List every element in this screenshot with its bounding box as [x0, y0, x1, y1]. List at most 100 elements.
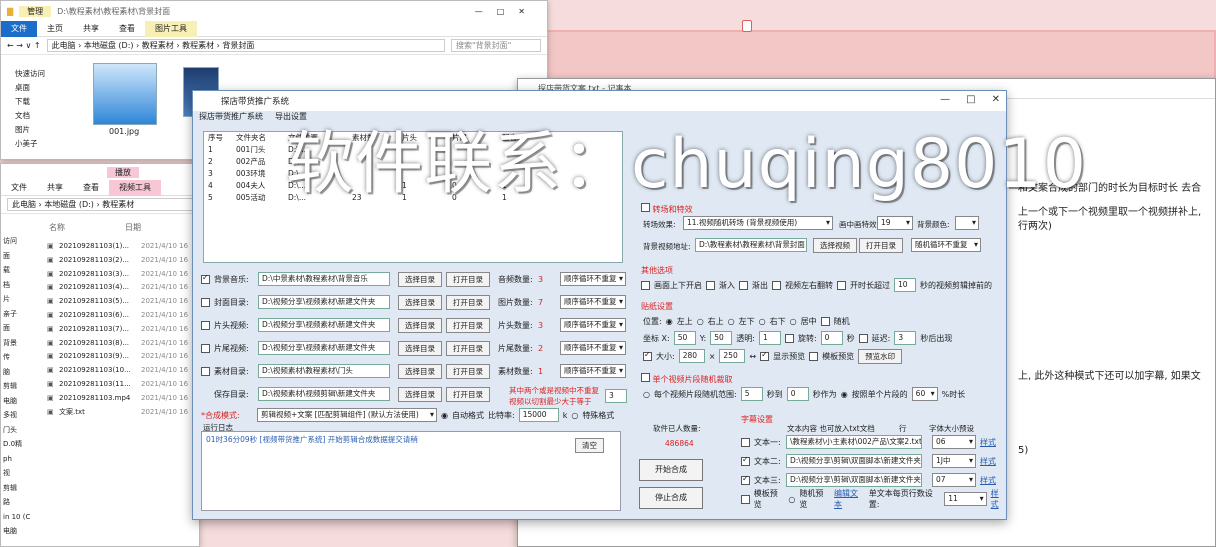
mode-select[interactable]: 顺序循环不重复 [560, 295, 626, 309]
nav-item[interactable]: 电脑 [1, 394, 27, 409]
subtitle-path[interactable]: D:\视频分享\剪辑\双面脚本\新建文件夹 [786, 473, 922, 487]
address-field[interactable]: 此电脑 › 本地磁盘 (D:) › 教程素材 › 教程素材 › 背景封面 [46, 39, 445, 52]
nav-item[interactable]: 背景 [1, 336, 27, 351]
min-segment-field[interactable]: 3 [605, 389, 627, 403]
file-row[interactable]: ▣ 20210928110​3(7)... 2021/4/10 16 [47, 323, 199, 337]
preview-watermark-button[interactable]: 预览水印 [858, 348, 903, 364]
radio[interactable]: ○ [759, 317, 766, 326]
close-icon[interactable]: ✕ [992, 94, 1000, 105]
option-checkbox[interactable] [772, 280, 781, 290]
subtitle-checkbox[interactable] [741, 474, 750, 485]
open-dir-button[interactable]: 打开目录 [859, 238, 903, 253]
radio[interactable]: ○ [790, 317, 797, 326]
subtitle-checkbox[interactable] [741, 437, 750, 447]
minimize-icon[interactable]: — [940, 94, 950, 105]
nav-item[interactable]: 电脑 [1, 524, 27, 539]
mode-select[interactable]: 顺序循环不重复 [560, 341, 626, 355]
nav-item[interactable]: 脑 [1, 365, 27, 380]
image-thumbnail[interactable] [93, 63, 157, 125]
tab-share[interactable]: 共享 [73, 23, 109, 34]
row-checkbox[interactable] [201, 343, 210, 353]
open-dir-button[interactable]: 打开目录 [446, 294, 490, 310]
bg-mode-select[interactable]: 随机循环不重复 [911, 238, 981, 252]
transition-select[interactable]: 11.视频随机转场 (背景视频使用) [683, 216, 833, 230]
height-field[interactable]: 250 [719, 349, 746, 363]
file-row[interactable]: ▣ 20210928110​3(1)... 2021/4/10 16 [47, 240, 199, 254]
bg-color-select[interactable] [955, 216, 979, 230]
option-checkbox[interactable] [641, 280, 650, 290]
nav-item[interactable]: 档 [1, 278, 27, 293]
nav-item[interactable]: 视 [1, 466, 27, 481]
auto-format-radio[interactable]: ◉ [441, 411, 448, 420]
open-dir-button[interactable]: 打开目录 [446, 340, 490, 356]
nav-item[interactable]: 剪辑 [1, 379, 27, 394]
style-link[interactable]: 样式 [980, 456, 996, 467]
nav-item[interactable]: 剪辑 [1, 481, 27, 496]
file-row[interactable]: ▣ 20210928110​3.mp4 2021/4/10 16 [47, 392, 199, 406]
nav-item[interactable]: 快速访问 [1, 67, 69, 81]
path-field[interactable]: D:\视频分享\视频素材\新建文件夹 [258, 318, 390, 332]
file-row[interactable]: ▣ 20210928110​3(5)... 2021/4/10 16 [47, 295, 199, 309]
tab-share[interactable]: 共享 [37, 182, 73, 193]
path-field[interactable]: D:\视频素材\视频剪辑\新建文件夹 [258, 387, 390, 401]
style-link[interactable]: 样式 [980, 437, 996, 448]
template-preview-checkbox[interactable] [809, 351, 819, 361]
open-dir-button[interactable]: 打开目录 [446, 363, 490, 379]
tab-view[interactable]: 查看 [73, 182, 109, 193]
nav-item[interactable]: 亲子 [1, 307, 27, 322]
radio[interactable]: ○ [697, 317, 704, 326]
file-row[interactable]: ▣ 20210928110​3(8)... 2021/4/10 16 [47, 337, 199, 351]
nav-item[interactable]: 面 [1, 321, 27, 336]
clear-log-button[interactable]: 清空 [575, 438, 604, 453]
bg-video-path[interactable]: D:\教程素材\教程素材\背景封面 [695, 238, 807, 252]
nav-item[interactable]: in 10 (C [1, 510, 30, 525]
file-row[interactable]: ▣ 20210928110​3(4)... 2021/4/10 16 [47, 281, 199, 295]
file-row[interactable]: ▣ 20210928110​3(2)... 2021/4/10 16 [47, 254, 199, 268]
path-field[interactable]: D:\视频分享\视频素材\新建文件夹 [258, 295, 390, 309]
select-dir-button[interactable]: 选择目录 [398, 317, 442, 333]
select-video-button[interactable]: 选择视频 [813, 238, 857, 253]
radio-on[interactable]: ◉ [841, 390, 848, 399]
nav-item[interactable]: 访问 [1, 234, 27, 249]
select-dir-button[interactable]: 选择目录 [398, 271, 442, 287]
col-name[interactable]: 名称 [49, 222, 65, 233]
random-checkbox[interactable] [820, 316, 830, 326]
search-input[interactable]: 搜索"背景封面" [451, 39, 541, 52]
nav-item[interactable]: 图片 [1, 123, 69, 137]
nav-item[interactable]: 片 [1, 292, 27, 307]
nav-item[interactable]: ph [1, 452, 27, 467]
nav-item[interactable]: 小美子 [1, 137, 69, 151]
tab-video-tools[interactable]: 视频工具 [109, 179, 161, 196]
mode-select[interactable]: 顺序循环不重复 [560, 272, 626, 286]
select-dir-button[interactable]: 选择目录 [398, 294, 442, 310]
nav-item[interactable]: 路 [1, 495, 27, 510]
row-checkbox[interactable] [201, 273, 210, 284]
x-field[interactable]: 50 [673, 331, 696, 345]
nav-item[interactable]: 文档 [1, 109, 69, 123]
font-size-select[interactable]: 06 [932, 435, 976, 449]
tab-picture-tools[interactable]: 图片工具 [145, 20, 197, 37]
nav-item[interactable]: 载 [1, 263, 27, 278]
output-mode-select[interactable]: 剪辑视频+文案 [匹配剪辑组件] (默认方法使用) [257, 408, 437, 422]
open-dir-button[interactable]: 打开目录 [446, 317, 490, 333]
subtitle-path[interactable]: D:\视频分享\剪辑\双面脚本\新建文件夹 [786, 454, 922, 468]
subtitle-checkbox[interactable] [741, 455, 750, 466]
file-row[interactable]: ▣ 20210928110​3(3)... 2021/4/10 16 [47, 268, 199, 282]
split-checkbox[interactable] [641, 373, 650, 382]
file-name[interactable]: 001.jpg [109, 127, 139, 136]
y-field[interactable]: 50 [710, 331, 733, 345]
option-checkbox[interactable] [837, 280, 846, 290]
rotate-checkbox[interactable] [784, 333, 794, 343]
file-row[interactable]: ▣ 20210928110​3(6)... 2021/4/10 16 [47, 309, 199, 323]
edit-text-link[interactable]: 编辑文本 [834, 488, 865, 510]
row-checkbox[interactable] [201, 297, 210, 307]
tab-view[interactable]: 查看 [109, 23, 145, 34]
special-format-radio[interactable]: ○ [571, 411, 578, 420]
mode-select[interactable]: 顺序循环不重复 [560, 318, 626, 332]
path-field[interactable]: D:\视频素材\教程素材\门头 [258, 364, 390, 378]
select-dir-button[interactable]: 选择目录 [398, 340, 442, 356]
width-field[interactable]: 280 [678, 349, 705, 363]
subtitle-path[interactable]: \教程素材\小主素材\002产品\文案2.txt [786, 435, 922, 449]
split-to-field[interactable]: 0 [786, 387, 809, 401]
path-field[interactable]: D:\视频分享\视频素材\新建文件夹 [258, 341, 390, 355]
